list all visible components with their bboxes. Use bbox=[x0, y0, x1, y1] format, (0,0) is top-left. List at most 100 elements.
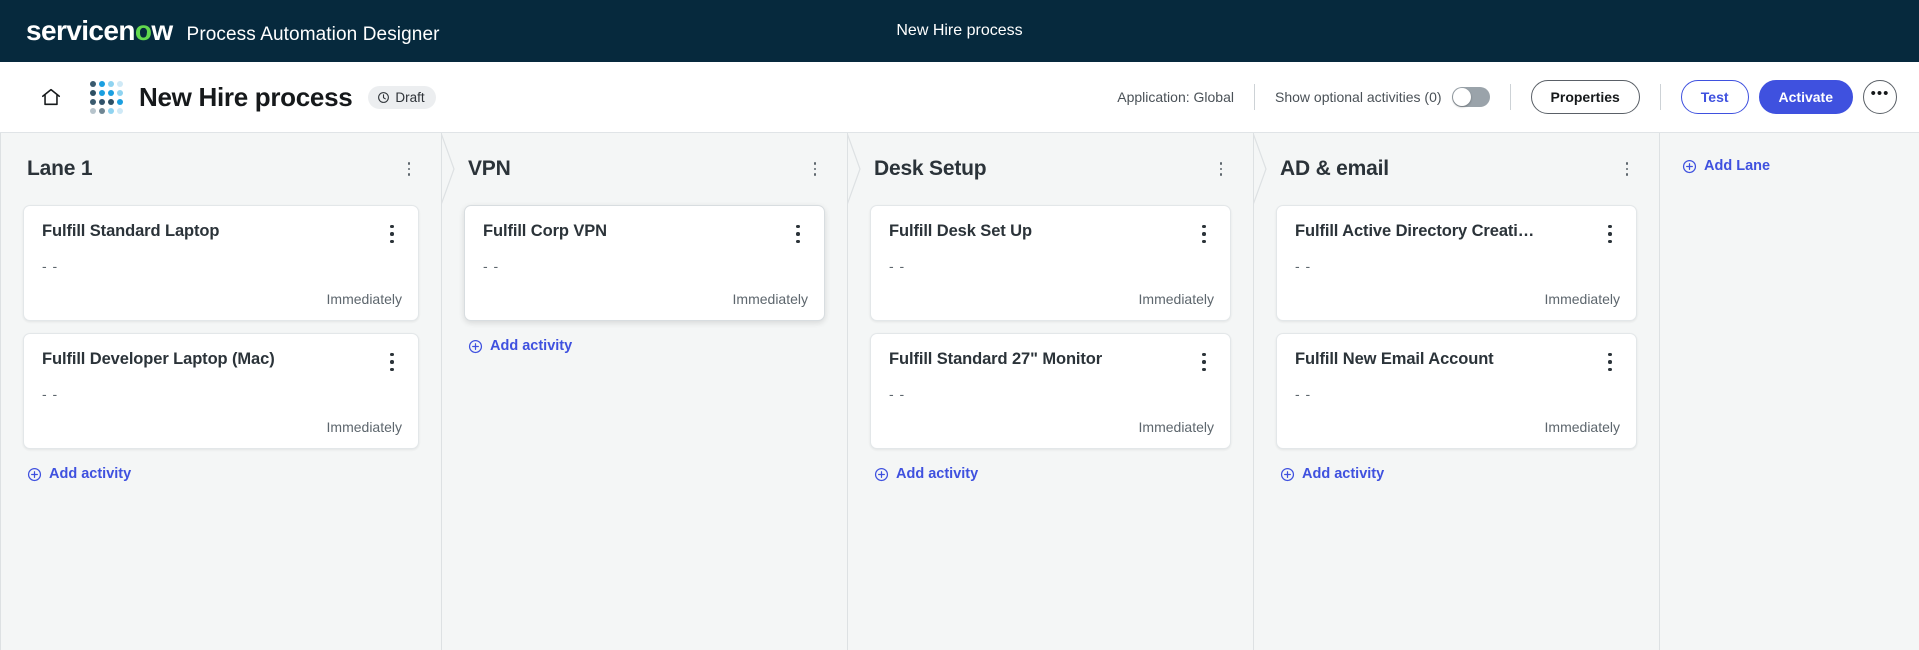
show-optional-activities-toggle[interactable] bbox=[1451, 86, 1490, 107]
activity-card-subtitle: - - bbox=[42, 386, 59, 402]
show-optional-activities-label: Show optional activities (0) bbox=[1275, 88, 1442, 105]
lane-header: VPN bbox=[464, 133, 825, 205]
lane-title: Desk Setup bbox=[874, 157, 987, 180]
product-name: Process Automation Designer bbox=[186, 24, 440, 45]
activity-card-subtitle: - - bbox=[1295, 258, 1312, 274]
add-activity-button[interactable]: Add activity bbox=[464, 338, 572, 354]
lane-title: Lane 1 bbox=[27, 157, 93, 180]
activity-card-timing: Immediately bbox=[732, 291, 808, 307]
activity-card-list: Fulfill Active Directory Creati… - - Immed… bbox=[1276, 205, 1637, 449]
activity-card-subtitle: - - bbox=[42, 258, 59, 274]
add-lane-label: Add Lane bbox=[1704, 158, 1771, 174]
add-lane-button[interactable]: Add Lane bbox=[1682, 158, 1770, 174]
process-dot-grid-icon bbox=[90, 80, 123, 114]
process-toolbar: New Hire process Draft Application: Glob… bbox=[0, 62, 1919, 133]
activity-card[interactable]: Fulfill Standard Laptop - - Immediately bbox=[23, 205, 419, 321]
activity-card[interactable]: Fulfill Corp VPN - - Immediately bbox=[464, 205, 825, 321]
activity-card-menu-icon[interactable] bbox=[382, 222, 402, 246]
process-lanes-board: Lane 1 Fulfill Standard Laptop - - Immediat… bbox=[0, 133, 1919, 650]
activity-card-title: Fulfill Standard Laptop bbox=[42, 222, 220, 240]
activity-card-title: Fulfill Desk Set Up bbox=[889, 222, 1032, 240]
activity-card-header: Fulfill Corp VPN bbox=[483, 222, 808, 246]
activity-card-title: Fulfill Corp VPN bbox=[483, 222, 607, 240]
add-activity-button[interactable]: Add activity bbox=[23, 466, 131, 482]
lane-title: AD & email bbox=[1280, 157, 1389, 180]
servicenow-logo[interactable]: servicenow bbox=[26, 15, 173, 47]
activity-card-timing: Immediately bbox=[1138, 291, 1214, 307]
activity-card[interactable]: Fulfill Developer Laptop (Mac) - - Immedia… bbox=[23, 333, 419, 449]
activity-card-subtitle: - - bbox=[1295, 386, 1312, 402]
activity-card-title: Fulfill Developer Laptop (Mac) bbox=[42, 350, 275, 368]
activity-card-header: Fulfill Developer Laptop (Mac) bbox=[42, 350, 402, 374]
lane-menu-icon[interactable] bbox=[1617, 158, 1637, 180]
activity-card-menu-icon[interactable] bbox=[1600, 222, 1620, 246]
logo-text-prefix: servicen bbox=[26, 15, 135, 46]
lane-menu-icon[interactable] bbox=[805, 158, 825, 180]
activity-card-list: Fulfill Standard Laptop - - Immediately Ful… bbox=[23, 205, 419, 449]
test-button[interactable]: Test bbox=[1680, 79, 1749, 115]
lane: Lane 1 Fulfill Standard Laptop - - Immediat… bbox=[0, 133, 442, 650]
activity-card-menu-icon[interactable] bbox=[1194, 222, 1214, 246]
activity-card-timing: Immediately bbox=[326, 291, 402, 307]
toggle-knob bbox=[1452, 87, 1471, 106]
lane-menu-icon[interactable] bbox=[1211, 158, 1231, 180]
activity-card-title: Fulfill Standard 27" Monitor bbox=[889, 350, 1103, 368]
activity-card-header: Fulfill Standard 27" Monitor bbox=[889, 350, 1214, 374]
activity-card[interactable]: Fulfill Standard 27" Monitor - - Immediate… bbox=[870, 333, 1231, 449]
lane-header: Lane 1 bbox=[23, 133, 419, 205]
divider bbox=[1254, 83, 1255, 110]
plus-circle-icon bbox=[1280, 467, 1295, 482]
lane-header: Desk Setup bbox=[870, 133, 1231, 205]
activity-card-list: Fulfill Corp VPN - - Immediately bbox=[464, 205, 825, 321]
activity-card[interactable]: Fulfill New Email Account - - Immediately bbox=[1276, 333, 1637, 449]
properties-button[interactable]: Properties bbox=[1530, 79, 1640, 115]
activity-card-subtitle: - - bbox=[483, 258, 500, 274]
activity-card-timing: Immediately bbox=[1544, 291, 1620, 307]
toolbar-actions: Application: Global Show optional activi… bbox=[1117, 79, 1897, 115]
page-title: New Hire process bbox=[139, 81, 353, 112]
add-lane-column: Add Lane bbox=[1660, 133, 1919, 650]
activity-card[interactable]: Fulfill Desk Set Up - - Immediately bbox=[870, 205, 1231, 321]
lane: VPN Fulfill Corp VPN - - Immediately Add act… bbox=[441, 133, 848, 650]
lane-menu-icon[interactable] bbox=[399, 158, 419, 180]
activity-card-header: Fulfill Desk Set Up bbox=[889, 222, 1214, 246]
status-badge: Draft bbox=[368, 85, 436, 109]
activity-card-menu-icon[interactable] bbox=[1194, 350, 1214, 374]
activity-card-timing: Immediately bbox=[1544, 419, 1620, 435]
logo-text-suffix: w bbox=[151, 15, 173, 46]
add-activity-button[interactable]: Add activity bbox=[1276, 466, 1384, 482]
plus-circle-icon bbox=[27, 467, 42, 482]
add-activity-label: Add activity bbox=[1302, 466, 1385, 482]
activity-card-subtitle: - - bbox=[889, 258, 906, 274]
brand-area: servicenow Process Automation Designer bbox=[26, 15, 440, 47]
activity-card-menu-icon[interactable] bbox=[1600, 350, 1620, 374]
divider bbox=[1659, 83, 1661, 110]
add-activity-button[interactable]: Add activity bbox=[870, 466, 978, 482]
activity-card-menu-icon[interactable] bbox=[382, 350, 402, 374]
divider bbox=[1509, 83, 1511, 110]
home-icon[interactable] bbox=[36, 82, 66, 112]
show-optional-activities-toggle-row[interactable]: Show optional activities (0) bbox=[1275, 86, 1490, 107]
clock-icon bbox=[377, 91, 390, 104]
lane-header: AD & email bbox=[1276, 133, 1637, 205]
add-activity-label: Add activity bbox=[896, 466, 979, 482]
more-options-icon[interactable]: ••• bbox=[1863, 79, 1897, 114]
activity-card-title: Fulfill New Email Account bbox=[1295, 350, 1494, 368]
lane-title: VPN bbox=[468, 157, 511, 180]
plus-circle-icon bbox=[468, 339, 483, 354]
activity-card-menu-icon[interactable] bbox=[788, 222, 808, 246]
activity-card-list: Fulfill Desk Set Up - - Immediately Fulfill… bbox=[870, 205, 1231, 449]
status-badge-label: Draft bbox=[395, 89, 425, 105]
activity-card-title: Fulfill Active Directory Creati… bbox=[1295, 222, 1535, 240]
activate-button[interactable]: Activate bbox=[1758, 79, 1853, 115]
activity-card-subtitle: - - bbox=[889, 386, 906, 402]
activity-card-timing: Immediately bbox=[1138, 419, 1214, 435]
logo-green-o: o bbox=[134, 15, 152, 46]
add-activity-label: Add activity bbox=[49, 466, 132, 482]
topnav-process-title: New Hire process bbox=[896, 22, 1023, 39]
add-activity-label: Add activity bbox=[490, 338, 573, 354]
activity-card-header: Fulfill Active Directory Creati… bbox=[1295, 222, 1620, 246]
plus-circle-icon bbox=[874, 467, 889, 482]
activity-card[interactable]: Fulfill Active Directory Creati… - - Immed… bbox=[1276, 205, 1637, 321]
lane: Desk Setup Fulfill Desk Set Up - - Immediat… bbox=[847, 133, 1254, 650]
